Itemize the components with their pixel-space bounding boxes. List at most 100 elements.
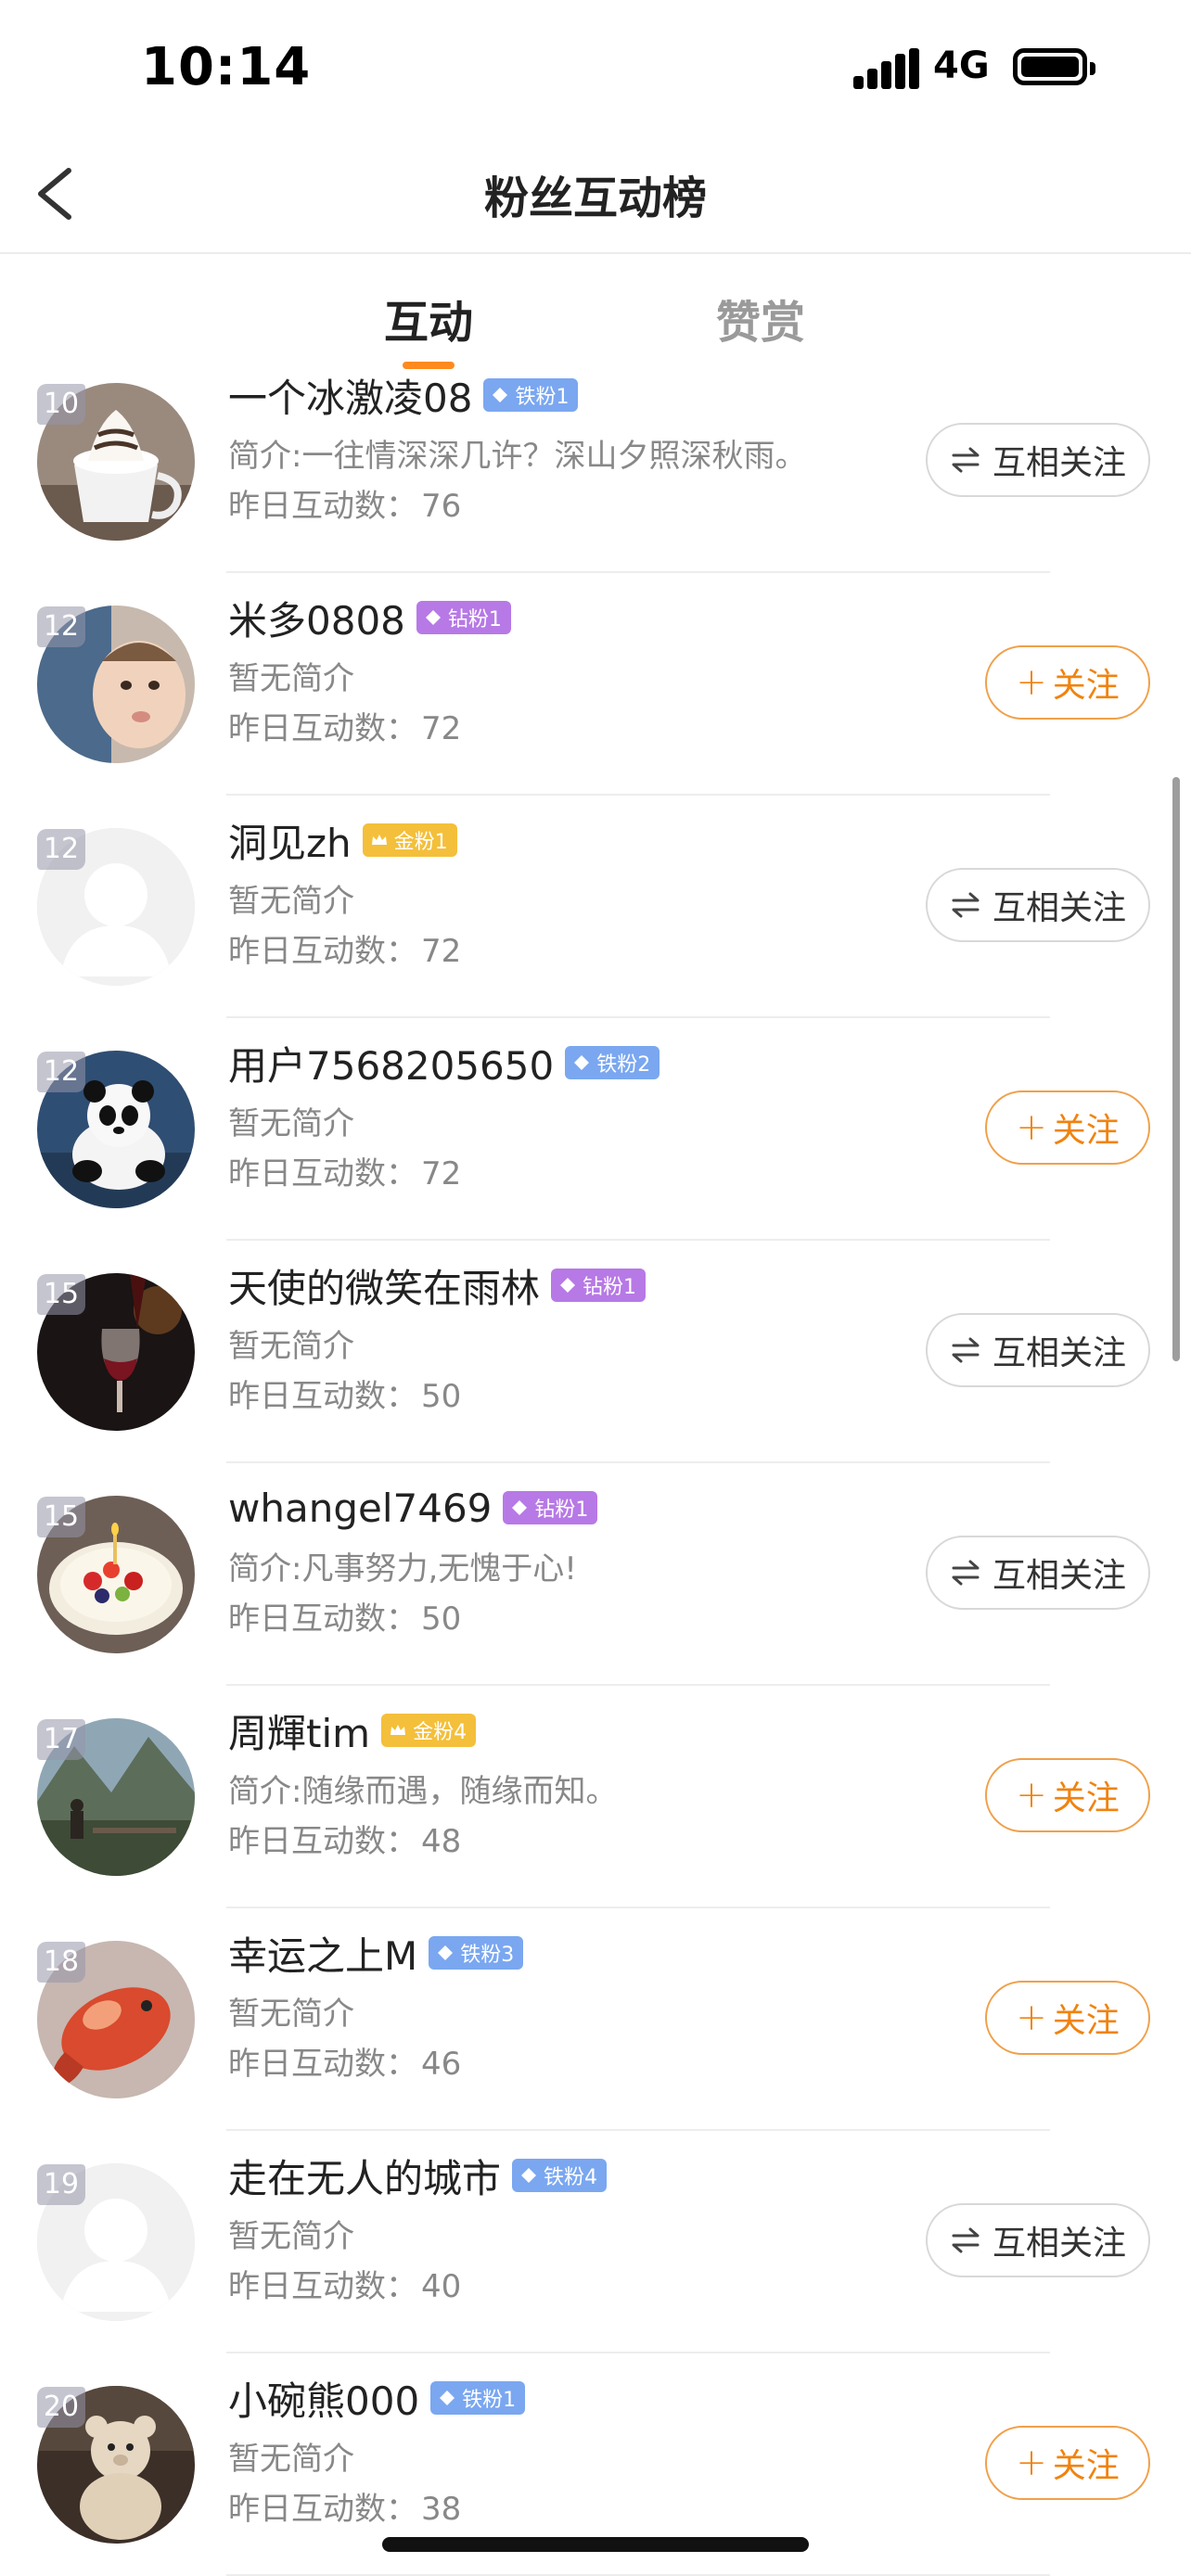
plus-icon: +	[1016, 1774, 1047, 1817]
fan-level-label: 钻粉1	[534, 1498, 589, 1522]
fan-bio: 暂无简介	[228, 1105, 354, 1142]
plus-icon: +	[1016, 2442, 1047, 2484]
interaction-count-value: 50	[421, 1600, 462, 1638]
interaction-count: 昨日互动数： 48	[228, 1816, 461, 1861]
fan-name[interactable]: 洞见zh	[228, 812, 352, 869]
follow-button[interactable]: + 关注	[985, 1981, 1150, 2055]
follow-label: 关注	[1052, 2447, 1120, 2485]
fan-list: 10 一个冰激凌08 铁粉1 简介:一往情深深几许？深山夕照深秋雨。 昨日互动数…	[0, 351, 1191, 2576]
fan-name[interactable]: 一个冰激凌08	[228, 367, 472, 424]
fan-level-label: 铁粉4	[544, 2166, 598, 2189]
fan-bio: 暂无简介	[228, 1328, 354, 1365]
fan-level-badge: 铁粉1	[483, 378, 579, 412]
fan-level-label: 金粉1	[393, 831, 448, 854]
rank-badge: 15	[37, 1497, 85, 1537]
mutual-follow-button[interactable]: 互相关注	[926, 1313, 1150, 1387]
crown-icon	[391, 1725, 406, 1735]
rank-badge: 12	[37, 829, 85, 870]
interaction-count-label: 昨日互动数：	[228, 2268, 417, 2305]
scrollbar[interactable]	[1172, 777, 1180, 1361]
interaction-count-label: 昨日互动数：	[228, 1378, 417, 1415]
fan-row[interactable]: 17 周輝tim 金粉4 简介:随缘而遇，随缘而知。 昨日互动数： 48 + 关注	[0, 1686, 1191, 1908]
interaction-count-label: 昨日互动数：	[228, 710, 417, 747]
fan-level-label: 铁粉1	[462, 2389, 517, 2412]
mutual-follow-label: 互相关注	[992, 444, 1126, 482]
follow-label: 关注	[1052, 1112, 1120, 1150]
page-title: 粉丝互动榜	[483, 172, 707, 224]
diamond-icon	[440, 2391, 455, 2405]
fan-name[interactable]: whangel7469	[228, 1486, 492, 1531]
fan-level-label: 金粉4	[413, 1721, 467, 1744]
status-time: 10:14	[141, 37, 312, 97]
tab-reward[interactable]: 赞赏	[716, 286, 805, 351]
mutual-follow-label: 互相关注	[992, 2225, 1126, 2263]
fan-row[interactable]: 15 天使的微笑在雨林 钻粉1 暂无简介 昨日互动数： 50 互相关注	[0, 1241, 1191, 1463]
fan-name[interactable]: 用户7568205650	[228, 1035, 554, 1091]
rank-badge: 18	[37, 1942, 85, 1983]
interaction-count-value: 50	[421, 1378, 462, 1415]
fan-bio: 暂无简介	[228, 2441, 354, 2478]
fan-level-badge: 钻粉1	[503, 1491, 598, 1524]
diamond-icon	[438, 1945, 454, 1960]
interaction-count-label: 昨日互动数：	[228, 1823, 417, 1860]
mutual-follow-button[interactable]: 互相关注	[926, 423, 1150, 497]
fan-bio: 暂无简介	[228, 1996, 354, 2033]
diamond-icon	[425, 610, 441, 625]
fan-name[interactable]: 幸运之上M	[228, 1925, 417, 1982]
follow-label: 关注	[1052, 1779, 1120, 1817]
name-line: 天使的微笑在雨林 钻粉1	[228, 1257, 647, 1314]
fan-name[interactable]: 小碗熊000	[228, 2370, 419, 2427]
battery-icon	[1013, 48, 1095, 85]
fan-row[interactable]: 19 走在无人的城市 铁粉4 暂无简介 昨日互动数： 40 互相关注	[0, 2131, 1191, 2353]
fan-level-label: 钻粉1	[447, 608, 502, 631]
name-line: 用户7568205650 铁粉2	[228, 1037, 660, 1089]
fan-level-label: 铁粉3	[460, 1944, 515, 1967]
interaction-count-value: 72	[421, 1155, 462, 1192]
fan-row[interactable]: 10 一个冰激凌08 铁粉1 简介:一往情深深几许？深山夕照深秋雨。 昨日互动数…	[0, 351, 1191, 573]
mutual-follow-button[interactable]: 互相关注	[926, 868, 1150, 942]
name-line: 走在无人的城市 铁粉4	[228, 2148, 608, 2204]
follow-button[interactable]: + 关注	[985, 645, 1150, 720]
fan-level-label: 钻粉1	[583, 1276, 637, 1299]
name-line: 周輝tim 金粉4	[228, 1702, 477, 1759]
follow-button[interactable]: + 关注	[985, 2426, 1150, 2500]
interaction-count: 昨日互动数： 38	[228, 2483, 461, 2529]
fan-name[interactable]: 天使的微笑在雨林	[228, 1257, 540, 1314]
interaction-count-label: 昨日互动数：	[228, 488, 417, 525]
follow-button[interactable]: + 关注	[985, 1090, 1150, 1165]
follow-button[interactable]: + 关注	[985, 1758, 1150, 1832]
rank-badge: 19	[37, 2164, 85, 2205]
diamond-icon	[521, 2168, 537, 2183]
fan-row[interactable]: 12 洞见zh 金粉1 暂无简介 昨日互动数： 72 互相关注	[0, 796, 1191, 1018]
navigation-bar: 粉丝互动榜	[0, 139, 1191, 254]
interaction-count: 昨日互动数： 46	[228, 2038, 461, 2084]
mutual-follow-button[interactable]: 互相关注	[926, 2203, 1150, 2277]
interaction-count: 昨日互动数： 40	[228, 2261, 461, 2306]
interaction-count-value: 40	[421, 2268, 462, 2305]
mutual-follow-label: 互相关注	[992, 1557, 1126, 1595]
fan-bio: 暂无简介	[228, 2218, 354, 2255]
fan-level-label: 铁粉1	[515, 386, 570, 409]
tab-interaction[interactable]: 互动	[384, 286, 473, 351]
fan-row[interactable]: 12 米多0808 钻粉1 暂无简介 昨日互动数： 72 + 关注	[0, 573, 1191, 796]
diamond-icon	[560, 1278, 576, 1293]
swap-arrows-icon	[952, 1337, 980, 1363]
fan-name[interactable]: 走在无人的城市	[228, 2148, 501, 2204]
interaction-count-label: 昨日互动数：	[228, 2491, 417, 2528]
name-line: 洞见zh 金粉1	[228, 814, 457, 866]
cellular-signal-icon	[853, 48, 920, 89]
fan-level-label: 铁粉2	[596, 1053, 651, 1077]
interaction-count-label: 昨日互动数：	[228, 1600, 417, 1638]
fan-name[interactable]: 米多0808	[228, 590, 405, 646]
interaction-count-label: 昨日互动数：	[228, 1155, 417, 1192]
mutual-follow-button[interactable]: 互相关注	[926, 1536, 1150, 1610]
fan-row[interactable]: 18 幸运之上M 铁粉3 暂无简介 昨日互动数： 46 + 关注	[0, 1908, 1191, 2131]
name-line: 幸运之上M 铁粉3	[228, 1925, 524, 1982]
fan-row[interactable]: 15 whangel7469 钻粉1 简介:凡事努力,无愧于心! 昨日互动数： 5…	[0, 1463, 1191, 1686]
mutual-follow-label: 互相关注	[992, 1334, 1126, 1372]
interaction-count: 昨日互动数： 50	[228, 1593, 461, 1639]
fan-row[interactable]: 12 用户7568205650 铁粉2 暂无简介 昨日互动数： 72 + 关注	[0, 1018, 1191, 1241]
fan-name[interactable]: 周輝tim	[228, 1702, 370, 1759]
name-line: 小碗熊000 铁粉1	[228, 2370, 526, 2427]
swap-arrows-icon	[952, 447, 980, 473]
